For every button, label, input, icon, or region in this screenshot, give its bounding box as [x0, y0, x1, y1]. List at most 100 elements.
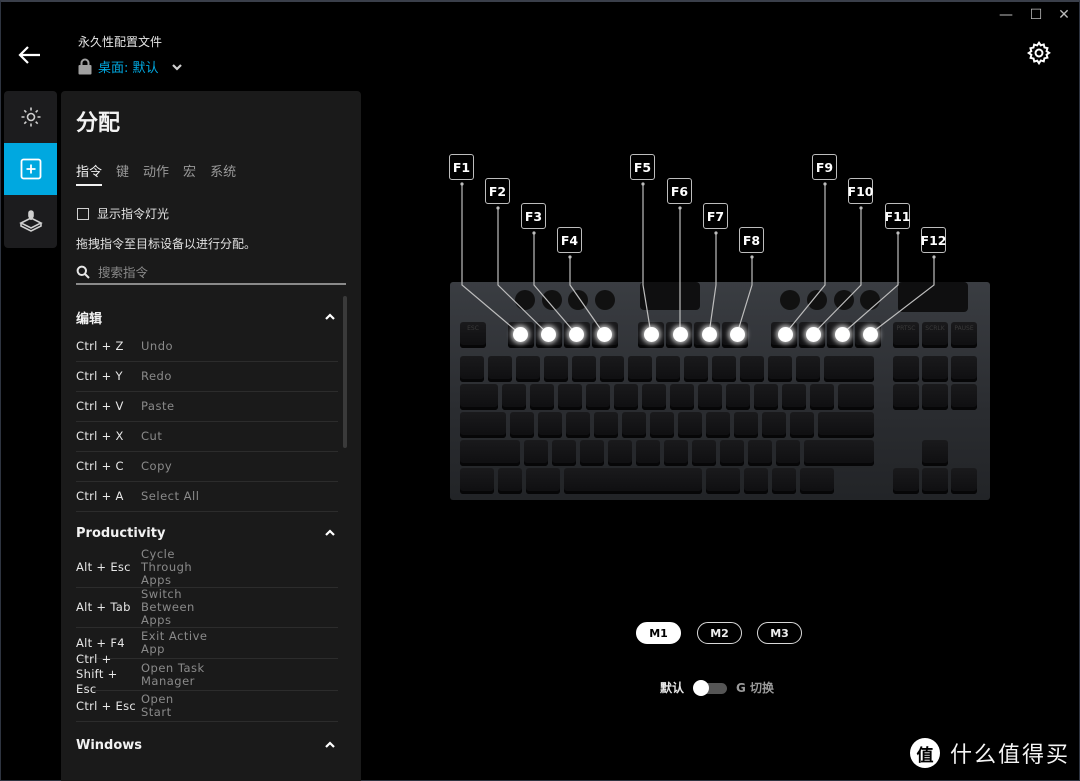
- command-item[interactable]: Ctrl + Shift + Esc Open Task Manager: [76, 652, 338, 696]
- plus-square-icon: [20, 158, 41, 180]
- fkey-callout-f9[interactable]: F9: [812, 154, 837, 180]
- command-item[interactable]: Ctrl + A Select All: [76, 482, 338, 512]
- brightness-icon: [21, 107, 40, 127]
- keyboard-key: [772, 468, 796, 494]
- fkey-callout-f12[interactable]: F12: [921, 227, 946, 253]
- keyboard-media-button: [542, 290, 562, 310]
- fkey-callout-f3[interactable]: F3: [521, 203, 546, 229]
- command-item[interactable]: Ctrl + Z Undo: [76, 332, 338, 362]
- fkey-callout-f7[interactable]: F7: [703, 203, 728, 229]
- minimize-button[interactable]: —: [997, 6, 1015, 24]
- fkey-highlight-f5[interactable]: [644, 327, 659, 342]
- memory-m3-button[interactable]: M3: [757, 622, 802, 644]
- section-header-windows[interactable]: Windows: [76, 730, 338, 760]
- show-lighting-checkbox[interactable]: [77, 207, 89, 220]
- search-icon: [76, 265, 90, 279]
- keyboard-key: [586, 384, 610, 410]
- keyboard-key: [818, 412, 874, 438]
- keyboard-key: [460, 356, 484, 382]
- keyboard-key: [460, 412, 506, 438]
- command-item[interactable]: Ctrl + X Cut: [76, 422, 338, 452]
- lightspeed-panel: [640, 282, 700, 310]
- command-keys: Ctrl + V: [76, 399, 124, 413]
- keyboard-key: [720, 440, 744, 466]
- fkey-callout-f2[interactable]: F2: [485, 178, 510, 204]
- back-arrow-icon[interactable]: [17, 42, 43, 68]
- fkey-highlight-f11[interactable]: [835, 327, 850, 342]
- fkey-highlight-f4[interactable]: [597, 327, 612, 342]
- command-name: Open Task Manager: [141, 660, 205, 688]
- fkey-callout-f6[interactable]: F6: [667, 178, 692, 204]
- show-lighting-option: 显示指令灯光: [77, 205, 169, 222]
- gear-icon[interactable]: [1026, 40, 1052, 66]
- watermark-logo: 值: [910, 738, 940, 768]
- keyboard-key: [460, 440, 520, 466]
- fkey-highlight-f3[interactable]: [569, 327, 584, 342]
- fkey-callout-f11[interactable]: F11: [885, 203, 910, 229]
- volume-roller: [898, 282, 968, 312]
- command-name: Cycle Through Apps: [141, 547, 193, 587]
- fkey-highlight-f9[interactable]: [778, 327, 793, 342]
- command-item[interactable]: Ctrl + C Copy: [76, 452, 338, 482]
- side-rail: [4, 91, 57, 248]
- fkey-highlight-f8[interactable]: [730, 327, 745, 342]
- command-item[interactable]: Ctrl + Y Redo: [76, 362, 338, 392]
- tab-commands[interactable]: 指令: [76, 161, 103, 186]
- keyboard-key: [726, 384, 750, 410]
- profile-selector[interactable]: 桌面: 默认: [78, 57, 183, 76]
- keyboard-key: [800, 468, 834, 494]
- command-item[interactable]: Alt + Esc Cycle Through Apps: [76, 548, 338, 588]
- show-lighting-label: 显示指令灯光: [97, 207, 170, 221]
- keyboard-media-button: [807, 290, 827, 310]
- fkey-highlight-f6[interactable]: [673, 327, 688, 342]
- section-title: Productivity: [76, 525, 166, 541]
- section-header-edit[interactable]: 编辑: [76, 302, 338, 332]
- memory-m1-button[interactable]: M1: [636, 622, 681, 644]
- keyboard-media-button: [860, 290, 880, 310]
- memory-m2-button[interactable]: M2: [697, 622, 742, 644]
- rail-item-assignments[interactable]: [4, 143, 57, 195]
- keyboard-image: ESC PRTSC SCRLK PAUSE: [450, 282, 990, 500]
- command-name: Cut: [141, 429, 163, 443]
- tab-system[interactable]: 系统: [210, 161, 236, 186]
- keyboard-key: [740, 356, 764, 382]
- rail-item-lighting[interactable]: [4, 91, 57, 143]
- keyboard-key: [552, 440, 576, 466]
- fkey-highlight-f7[interactable]: [702, 327, 717, 342]
- fkey-highlight-f10[interactable]: [806, 327, 821, 342]
- fkey-highlight-f1[interactable]: [513, 327, 528, 342]
- close-button[interactable]: ✕: [1055, 6, 1073, 24]
- keyboard-key: [600, 356, 624, 382]
- keyboard-key: [608, 440, 632, 466]
- tab-macros[interactable]: 宏: [183, 161, 196, 186]
- section-header-productivity[interactable]: Productivity: [76, 518, 338, 548]
- command-list-scrollbar[interactable]: [343, 296, 347, 448]
- tab-keys[interactable]: 键: [116, 161, 129, 186]
- search-input[interactable]: [98, 264, 338, 280]
- tab-actions[interactable]: 动作: [143, 161, 169, 186]
- command-item[interactable]: Ctrl + V Paste: [76, 392, 338, 422]
- fkey-callout-f1[interactable]: F1: [449, 154, 474, 180]
- fkey-callout-f10[interactable]: F10: [848, 178, 873, 204]
- keyboard-key: [502, 384, 526, 410]
- watermark-text: 什么值得买: [950, 743, 1071, 768]
- maximize-button[interactable]: ☐: [1027, 6, 1045, 24]
- command-name: Redo: [141, 369, 172, 383]
- chevron-up-icon: [325, 313, 335, 320]
- command-item[interactable]: Alt + Tab Switch Between Apps: [76, 588, 338, 628]
- keyboard-key: [544, 356, 568, 382]
- tab-bar: 指令 键 动作 宏 系统: [76, 161, 236, 186]
- command-name: Undo: [141, 339, 174, 353]
- fkey-callout-f4[interactable]: F4: [557, 227, 582, 253]
- gshift-toggle[interactable]: [693, 679, 728, 696]
- keyboard-media-button: [568, 290, 588, 310]
- fkey-highlight-f12[interactable]: [863, 327, 878, 342]
- fkey-callout-f8[interactable]: F8: [739, 227, 764, 253]
- fkey-highlight-f2[interactable]: [541, 327, 556, 342]
- rail-item-game-mode[interactable]: [4, 195, 57, 247]
- keyboard-key: [951, 384, 977, 410]
- section-title: 编辑: [76, 311, 103, 327]
- fkey-callout-f5[interactable]: F5: [630, 154, 655, 180]
- command-name: Exit Active App: [141, 629, 208, 656]
- keyboard-key: [951, 468, 977, 494]
